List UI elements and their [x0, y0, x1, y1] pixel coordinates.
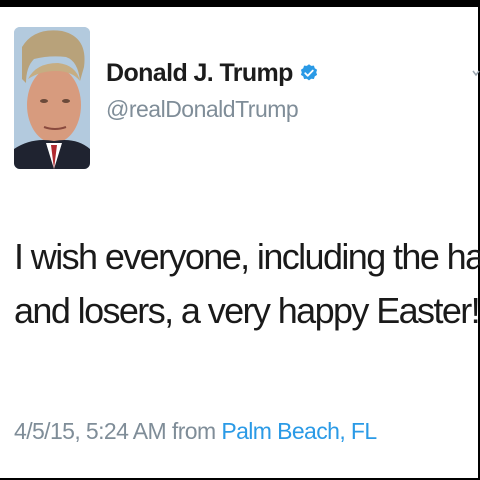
tweet-text-line: and losers, a very happy Easter! — [14, 290, 480, 331]
display-name[interactable]: Donald J. Trump — [106, 59, 293, 88]
timestamp[interactable]: 4/5/15, 5:24 AM — [14, 418, 167, 444]
chevron-down-icon[interactable] — [472, 68, 480, 78]
avatar[interactable] — [14, 27, 90, 169]
user-handle[interactable]: @realDonaldTrump — [106, 96, 319, 123]
location-link[interactable]: Palm Beach, FL — [221, 418, 377, 444]
top-border — [0, 0, 480, 7]
tweet-meta: 4/5/15, 5:24 AM from Palm Beach, FL — [14, 418, 377, 445]
tweet-text: I wish everyone, including the haters an… — [14, 230, 480, 338]
tweet-header: Donald J. Trump @realDonaldTrump — [106, 56, 319, 123]
tweet-text-line: I wish everyone, including the haters — [14, 236, 480, 277]
from-label: from — [171, 418, 216, 444]
verified-badge-icon — [300, 64, 317, 81]
name-row: Donald J. Trump — [106, 56, 319, 90]
avatar-portrait-icon — [14, 27, 90, 169]
tweet-card: Donald J. Trump @realDonaldTrump I wish … — [0, 0, 480, 480]
